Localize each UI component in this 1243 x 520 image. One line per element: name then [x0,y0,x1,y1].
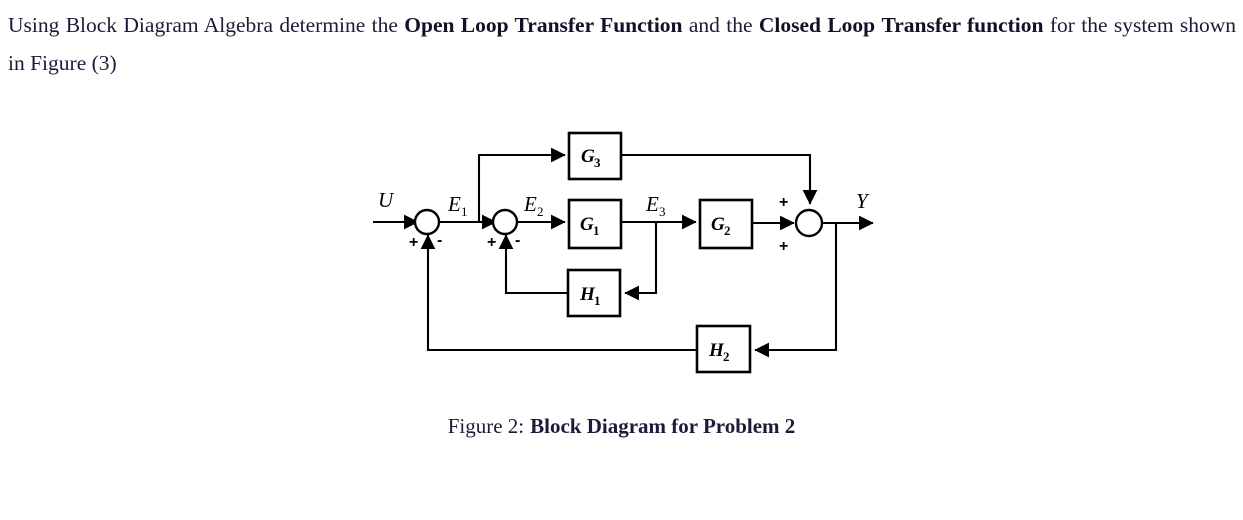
signal-u-base: U [378,188,395,212]
signal-e2-subscript: 2 [537,204,544,219]
signal-e1-base: E [447,192,461,216]
figure-block-diagram: G 3 G 1 G 2 H 1 H 2 + - + - + + U E 1 E … [0,100,1243,400]
wire-e3-to-h1 [624,222,658,301]
block-g1: G 1 [567,198,623,250]
block-g3-label: G [581,146,595,167]
signal-e3-base: E [645,192,659,216]
s3-sign-plus-top: + [779,194,788,211]
s3-sign-plus-bottom: + [779,238,788,255]
signal-label-y: Y [856,189,870,213]
signal-y-base: Y [856,189,870,213]
summing-junction-s3: + + [779,194,824,255]
question-bold-transfer-function: Transfer function [881,13,1044,37]
caption-title: Block Diagram for Problem 2 [530,414,796,438]
signal-e3-subscript: 3 [659,204,666,219]
question-bold-closed-loop: Closed Loop [758,13,876,37]
s2-sign-plus: + [487,234,496,251]
summing-junction-s2: + - [487,208,520,251]
summing-junction-s1: + - [409,208,442,251]
s2-sign-minus: - [515,232,520,249]
block-h2: H 2 [695,324,752,374]
block-g2: G 2 [698,198,754,250]
page-root: Using Block Diagram Algebra determine th… [0,0,1243,520]
block-diagram-svg: G 3 G 1 G 2 H 1 H 2 + - + - + + U E 1 E … [373,131,874,374]
question-plain-2: and the [688,13,753,37]
s1-sign-minus: - [437,232,442,249]
question-bold-open-loop: Open Loop Transfer Function [404,13,683,37]
signal-label-e2: E 2 [523,192,544,219]
figure-caption: Figure 2: Block Diagram for Problem 2 [0,414,1243,439]
block-g2-subscript: 2 [724,223,731,238]
block-h1: H 1 [566,268,622,318]
caption-label: Figure 2: [447,414,525,438]
block-g3-subscript: 3 [594,155,601,170]
signal-label-e1: E 1 [447,192,468,219]
signal-label-u: U [378,188,395,212]
block-h1-subscript: 1 [594,293,601,308]
signal-e2-base: E [523,192,537,216]
wire-y-to-h2 [754,223,838,358]
block-g3: G 3 [567,131,623,181]
block-h2-subscript: 2 [723,349,730,364]
question-plain-1: Using Block Diagram Algebra determine th… [8,13,398,37]
signal-label-e3: E 3 [645,192,666,219]
block-g2-label: G [711,214,725,235]
question-text: Using Block Diagram Algebra determine th… [8,6,1236,82]
s1-sign-plus: + [409,234,418,251]
signal-e1-subscript: 1 [461,204,468,219]
block-g1-label: G [580,214,594,235]
wire-branch-to-g3 [477,147,566,222]
block-g1-subscript: 1 [593,223,600,238]
